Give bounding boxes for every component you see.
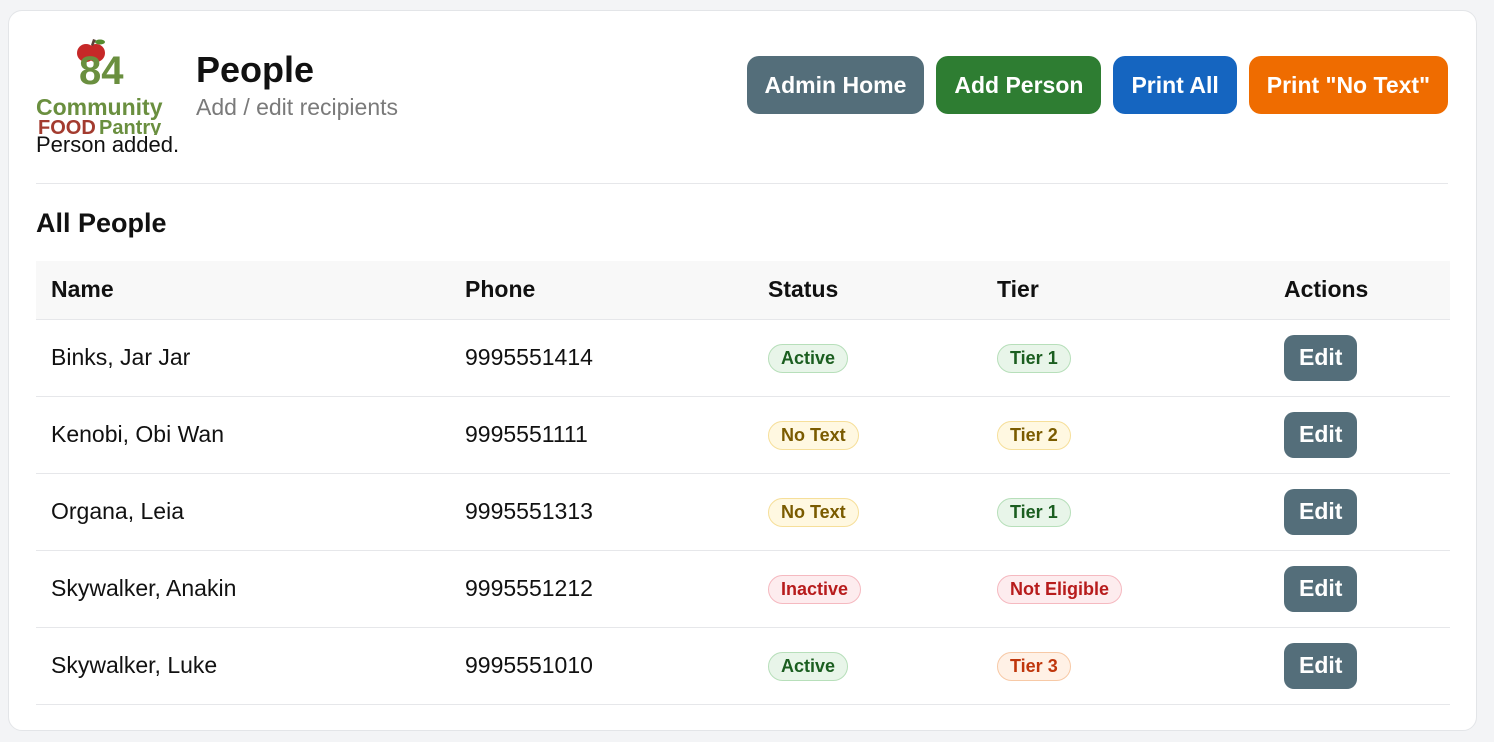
person-phone: 9995551212: [450, 550, 753, 628]
column-header-name: Name: [36, 261, 450, 320]
column-header-status: Status: [753, 261, 982, 320]
table-row: Skywalker, Anakin 9995551212 Inactive Not E…: [36, 550, 1450, 628]
logo-number: 84: [79, 49, 124, 93]
status-cell: Inactive: [753, 550, 982, 628]
actions-cell: Edit: [1269, 473, 1450, 551]
table-row: Organa, Leia 9995551313 No Text Tier 1 Edit: [36, 473, 1450, 551]
status-badge: Inactive: [768, 574, 862, 604]
tier-badge: Tier 2: [997, 420, 1071, 450]
edit-button[interactable]: Edit: [1284, 642, 1358, 689]
person-name: Organa, Leia: [36, 473, 450, 551]
status-badge: No Text: [768, 497, 859, 527]
tier-badge: Tier 3: [997, 651, 1071, 681]
status-cell: Active: [753, 319, 982, 397]
column-header-phone: Phone: [450, 261, 753, 320]
column-header-actions: Actions: [1269, 261, 1450, 320]
column-header-tier: Tier: [982, 261, 1269, 320]
edit-button[interactable]: Edit: [1284, 334, 1358, 381]
tier-badge: Tier 1: [997, 497, 1071, 527]
header-actions: Admin Home Add Person Print All Print "N…: [746, 56, 1448, 114]
flash-message: Person added.: [36, 132, 180, 157]
header-divider: [36, 183, 1448, 184]
actions-cell: Edit: [1269, 396, 1450, 474]
person-phone: 9995551313: [450, 473, 753, 551]
edit-button[interactable]: Edit: [1284, 565, 1358, 612]
person-name: Skywalker, Anakin: [36, 550, 450, 628]
status-badge: Active: [768, 651, 849, 681]
tier-badge: Tier 1: [997, 343, 1071, 373]
tier-cell: Tier 2: [982, 396, 1269, 474]
tier-cell: Tier 1: [982, 473, 1269, 551]
people-table: Name Phone Status Tier Actions Binks, Ja…: [36, 261, 1450, 705]
print-all-button[interactable]: Print All: [1113, 56, 1237, 114]
person-name: Skywalker, Luke: [36, 627, 450, 705]
print-no-text-button[interactable]: Print "No Text": [1248, 56, 1448, 114]
page-title: People: [196, 49, 315, 90]
person-name: Kenobi, Obi Wan: [36, 396, 450, 474]
pantry-logo: 84 Community FOOD Pantry: [36, 39, 184, 135]
edit-button[interactable]: Edit: [1284, 488, 1358, 535]
section-title: All People: [36, 208, 167, 238]
actions-cell: Edit: [1269, 319, 1450, 397]
status-badge: No Text: [768, 420, 859, 450]
table-row: Skywalker, Luke 9995551010 Active Tier 3 Edi…: [36, 627, 1450, 705]
status-cell: No Text: [753, 473, 982, 551]
people-card: 84 Community FOOD Pantry People Add / ed…: [8, 10, 1477, 731]
status-badge: Active: [768, 343, 849, 373]
person-name: Binks, Jar Jar: [36, 319, 450, 397]
tier-cell: Tier 1: [982, 319, 1269, 397]
tier-badge: Not Eligible: [997, 574, 1122, 604]
tier-cell: Not Eligible: [982, 550, 1269, 628]
person-phone: 9995551414: [450, 319, 753, 397]
status-cell: Active: [753, 627, 982, 705]
table-header-row: Name Phone Status Tier Actions: [36, 261, 1450, 320]
table-row: Kenobi, Obi Wan 9995551111 No Text Tier 2 Ed…: [36, 396, 1450, 474]
admin-home-button[interactable]: Admin Home: [746, 56, 925, 114]
status-cell: No Text: [753, 396, 982, 474]
edit-button[interactable]: Edit: [1284, 411, 1358, 458]
person-phone: 9995551111: [450, 396, 753, 474]
person-phone: 9995551010: [450, 627, 753, 705]
add-person-button[interactable]: Add Person: [936, 56, 1102, 114]
actions-cell: Edit: [1269, 627, 1450, 705]
actions-cell: Edit: [1269, 550, 1450, 628]
tier-cell: Tier 3: [982, 627, 1269, 705]
table-row: Binks, Jar Jar 9995551414 Active Tier 1 Edit: [36, 319, 1450, 397]
page-subtitle: Add / edit recipients: [196, 94, 399, 120]
